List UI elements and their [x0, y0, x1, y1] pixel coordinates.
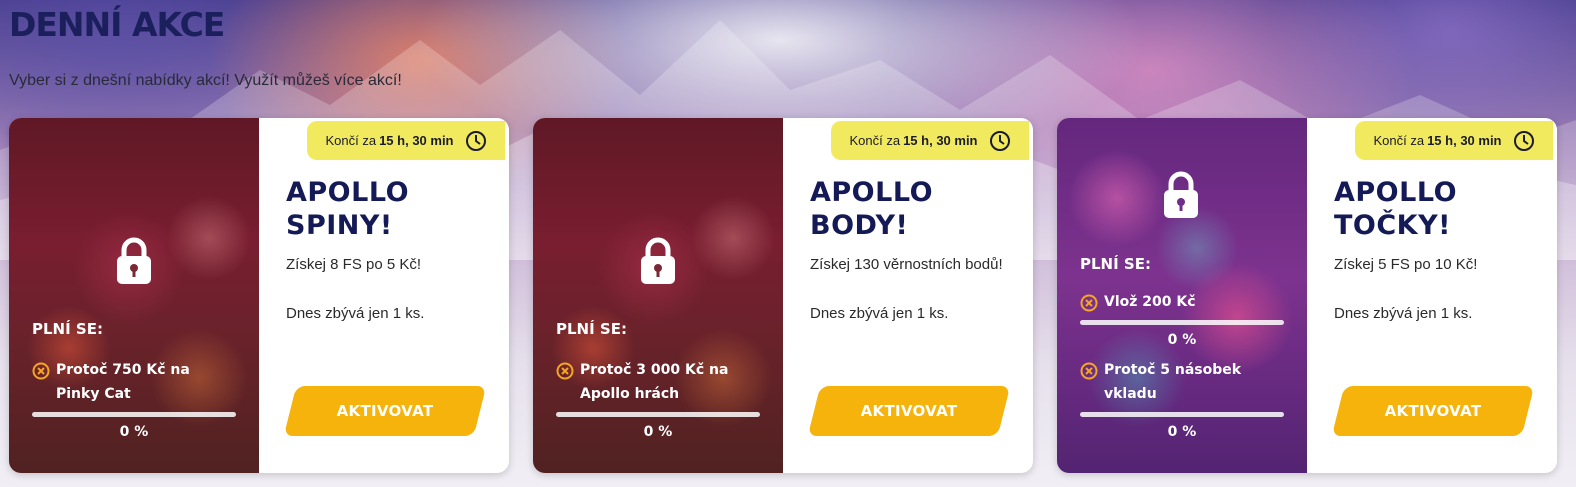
conditions-label: PLNÍ SE: — [556, 320, 627, 338]
condition-text: Protoč 3 000 Kč na Apollo hrách — [580, 362, 729, 402]
x-circle-icon — [32, 362, 50, 380]
activate-button[interactable]: AKTIVOVAT — [807, 386, 1011, 436]
promo-card-image: PLNÍ SE: Protoč 750 Kč na Pinky Cat 0 % — [9, 118, 259, 473]
condition-progress-bar — [1080, 320, 1284, 325]
activate-button-label: AKTIVOVAT — [336, 402, 434, 420]
condition-item: Protoč 3 000 Kč na Apollo hrách 0 % — [556, 361, 760, 440]
condition-text: Protoč 5 násobek vkladu — [1104, 362, 1242, 402]
condition-item: Protoč 5 násobek vkladu 0 % — [1080, 361, 1284, 440]
badge-time: 15 h, 30 min — [379, 133, 454, 148]
badge-time: 15 h, 30 min — [903, 133, 978, 148]
promo-stock: Dnes zbývá jen 1 ks. — [286, 305, 425, 322]
promo-card-spiny: PLNÍ SE: Protoč 750 Kč na Pinky Cat 0 % … — [9, 118, 509, 473]
promo-title: APOLLO SPINY! — [286, 177, 410, 241]
condition-progress-bar — [1080, 412, 1284, 417]
badge-prefix: Končí za — [325, 133, 377, 148]
promo-title: APOLLO TOČKY! — [1334, 177, 1458, 241]
promo-info: APOLLO SPINY! Získej 8 FS po 5 Kč! Dnes … — [286, 176, 496, 322]
x-circle-icon — [1080, 362, 1098, 380]
time-left-badge: Končí za 15 h, 30 min — [307, 121, 505, 160]
condition-progress-label: 0 % — [119, 424, 149, 440]
clock-icon — [465, 130, 487, 152]
activate-button[interactable]: AKTIVOVAT — [1331, 386, 1535, 436]
condition-progress-label: 0 % — [1167, 332, 1197, 348]
promo-description: Získej 5 FS po 10 Kč! — [1334, 256, 1478, 273]
conditions-label: PLNÍ SE: — [32, 320, 103, 338]
lock-icon — [1162, 171, 1200, 219]
activate-button-label: AKTIVOVAT — [860, 402, 958, 420]
badge-prefix: Končí za — [849, 133, 901, 148]
time-left-badge: Končí za 15 h, 30 min — [831, 121, 1029, 160]
conditions-label: PLNÍ SE: — [1080, 255, 1151, 273]
time-left-badge: Končí za 15 h, 30 min — [1355, 121, 1553, 160]
promo-card-tocky: PLNÍ SE: Vlož 200 Kč 0 % Protoč 5 násobe… — [1057, 118, 1557, 473]
condition-progress-bar — [556, 412, 760, 417]
condition-item: Vlož 200 Kč 0 % — [1080, 293, 1284, 348]
x-circle-icon — [556, 362, 574, 380]
clock-icon — [989, 130, 1011, 152]
promo-description: Získej 8 FS po 5 Kč! — [286, 256, 422, 273]
page-header: DENNÍ AKCE Vyber si z dnešní nabídky akc… — [9, 4, 402, 90]
x-circle-icon — [1080, 294, 1098, 312]
condition-progress-bar — [32, 412, 236, 417]
promo-title: APOLLO BODY! — [810, 177, 934, 241]
badge-time: 15 h, 30 min — [1427, 133, 1502, 148]
condition-text: Protoč 750 Kč na Pinky Cat — [56, 362, 190, 402]
promo-card-body: PLNÍ SE: Protoč 3 000 Kč na Apollo hrách… — [533, 118, 1033, 473]
promo-info: APOLLO BODY! Získej 130 věrnostních bodů… — [810, 176, 1020, 322]
clock-icon — [1513, 130, 1535, 152]
promo-info: APOLLO TOČKY! Získej 5 FS po 10 Kč! Dnes… — [1334, 176, 1544, 322]
activate-button-label: AKTIVOVAT — [1384, 402, 1482, 420]
promo-stock: Dnes zbývá jen 1 ks. — [1334, 305, 1473, 322]
badge-prefix: Končí za — [1373, 133, 1425, 148]
condition-text: Vlož 200 Kč — [1104, 294, 1196, 310]
lock-icon — [115, 237, 153, 285]
page-title: DENNÍ AKCE — [9, 5, 225, 44]
lock-icon — [639, 237, 677, 285]
condition-progress-label: 0 % — [643, 424, 673, 440]
condition-progress-label: 0 % — [1167, 424, 1197, 440]
promo-card-image: PLNÍ SE: Protoč 3 000 Kč na Apollo hrách… — [533, 118, 783, 473]
promo-stock: Dnes zbývá jen 1 ks. — [810, 305, 949, 322]
promo-card-image: PLNÍ SE: Vlož 200 Kč 0 % Protoč 5 násobe… — [1057, 118, 1307, 473]
activate-button[interactable]: AKTIVOVAT — [283, 386, 487, 436]
promo-description: Získej 130 věrnostních bodů! — [810, 256, 1003, 273]
page-subtitle: Vyber si z dnešní nabídky akcí! Využít m… — [9, 72, 402, 89]
condition-item: Protoč 750 Kč na Pinky Cat 0 % — [32, 361, 236, 440]
